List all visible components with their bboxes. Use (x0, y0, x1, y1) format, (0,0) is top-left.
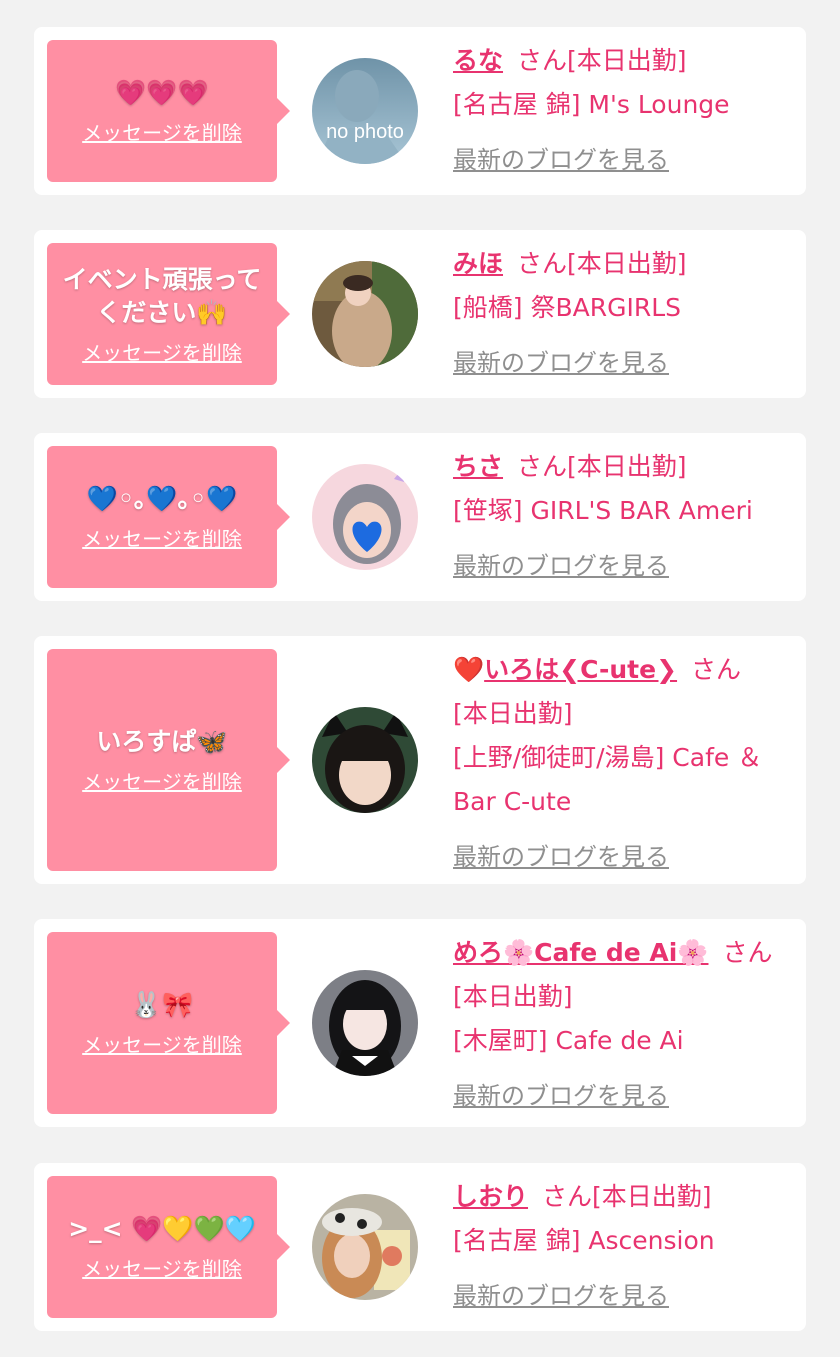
cast-name-link[interactable]: しおり (453, 1182, 528, 1211)
shop-name: [名古屋 錦] M's Lounge (453, 90, 730, 119)
status-badge: [本日出勤] (592, 1182, 712, 1211)
cast-info: めろ🌸Cafe de Ai🌸 さん [本日出勤] [木屋町] Cafe de Ai… (453, 931, 798, 1118)
delete-message-link[interactable]: メッセージを削除 (82, 1253, 242, 1282)
shop-name: [船橋] 祭BARGIRLS (453, 293, 681, 322)
no-photo-label: no photo (326, 121, 404, 143)
delete-message-link[interactable]: メッセージを削除 (82, 337, 242, 366)
cast-info: ちさ さん[本日出勤] [笹塚] GIRL'S BAR Ameri 最新のブログを… (453, 445, 798, 588)
message-card: いろすぱ🦋 メッセージを削除 ❤️いろは❮C-ute❯ さん [本日出勤] [上野… (34, 636, 806, 884)
honorific: さん (542, 1182, 593, 1211)
honorific: さん (722, 938, 773, 967)
message-card: イベント頑張ってください🙌 メッセージを削除 みほ さん[本日出勤] [船橋] 祭… (34, 230, 806, 398)
honorific: さん (517, 249, 568, 278)
message-bubble: 🐰🎀 メッセージを削除 (47, 932, 290, 1114)
message-bubble: >_< 💗💛💚🩵 メッセージを削除 (47, 1176, 290, 1318)
message-bubble: 💗💗💗 メッセージを削除 (47, 40, 290, 182)
message-text: 💗💗💗 (115, 78, 209, 107)
latest-blog-link[interactable]: 最新のブログを見る (453, 341, 669, 385)
avatar[interactable] (312, 261, 418, 367)
cast-name-link[interactable]: めろ🌸Cafe de Ai🌸 (453, 938, 708, 967)
cast-name-link[interactable]: るな (453, 46, 503, 75)
latest-blog-link[interactable]: 最新のブログを見る (453, 1074, 669, 1118)
cast-name-link[interactable]: ちさ (453, 452, 503, 481)
delete-message-link[interactable]: メッセージを削除 (82, 766, 242, 795)
status-badge: [本日出勤] (567, 452, 687, 481)
message-text: >_< 💗💛💚🩵 (68, 1214, 256, 1243)
delete-message-link[interactable]: メッセージを削除 (82, 1029, 242, 1058)
avatar[interactable] (312, 464, 418, 570)
message-bubble: イベント頑張ってください🙌 メッセージを削除 (47, 243, 290, 385)
avatar[interactable] (312, 707, 418, 813)
message-text: イベント頑張ってください🙌 (62, 264, 262, 327)
shop-name: [上野/御徒町/湯島] Cafe ＆Bar C-ute (453, 743, 763, 816)
message-text: 💙◦｡💙｡◦💙 (86, 484, 238, 513)
message-text: 🐰🎀 (130, 990, 194, 1019)
message-card: 🐰🎀 メッセージを削除 めろ🌸Cafe de Ai🌸 さん [本日出勤] [木屋町… (34, 919, 806, 1127)
message-text: いろすぱ🦋 (96, 727, 228, 756)
status-badge: [本日出勤] (567, 249, 687, 278)
message-card: >_< 💗💛💚🩵 メッセージを削除 しおり さん[本日出勤] [名古屋 錦] As… (34, 1163, 806, 1331)
shop-name: [木屋町] Cafe de Ai (453, 1026, 684, 1055)
latest-blog-link[interactable]: 最新のブログを見る (453, 835, 669, 879)
cast-name-link[interactable]: いろは❮C-ute❯ (484, 655, 677, 684)
avatar[interactable] (312, 1194, 418, 1300)
status-badge: [本日出勤] (453, 982, 573, 1011)
cast-info: みほ さん[本日出勤] [船橋] 祭BARGIRLS 最新のブログを見る (453, 242, 798, 385)
avatar[interactable] (312, 970, 418, 1076)
honorific: さん (691, 655, 742, 684)
status-badge: [本日出勤] (453, 699, 573, 728)
latest-blog-link[interactable]: 最新のブログを見る (453, 138, 669, 182)
honorific: さん (517, 46, 568, 75)
heart-icon: ❤️ (453, 655, 485, 684)
latest-blog-link[interactable]: 最新のブログを見る (453, 544, 669, 588)
status-badge: [本日出勤] (567, 46, 687, 75)
message-card: 💙◦｡💙｡◦💙 メッセージを削除 ちさ さん[本日出勤] [笹塚] GIRL'S … (34, 433, 806, 601)
message-card: 💗💗💗 メッセージを削除 no photo るな さん[本日出勤] [名古屋 錦]… (34, 27, 806, 195)
cast-info: るな さん[本日出勤] [名古屋 錦] M's Lounge 最新のブログを見る (453, 39, 798, 182)
avatar[interactable]: no photo (312, 58, 418, 164)
latest-blog-link[interactable]: 最新のブログを見る (453, 1274, 669, 1318)
cast-name-link[interactable]: みほ (453, 249, 503, 278)
cast-info: しおり さん[本日出勤] [名古屋 錦] Ascension 最新のブログを見る (453, 1175, 798, 1318)
cast-info: ❤️いろは❮C-ute❯ さん [本日出勤] [上野/御徒町/湯島] Cafe ＆… (453, 648, 798, 879)
message-bubble: いろすぱ🦋 メッセージを削除 (47, 649, 290, 871)
honorific: さん (517, 452, 568, 481)
delete-message-link[interactable]: メッセージを削除 (82, 523, 242, 552)
shop-name: [笹塚] GIRL'S BAR Ameri (453, 496, 753, 525)
shop-name: [名古屋 錦] Ascension (453, 1226, 715, 1255)
message-bubble: 💙◦｡💙｡◦💙 メッセージを削除 (47, 446, 290, 588)
delete-message-link[interactable]: メッセージを削除 (82, 117, 242, 146)
